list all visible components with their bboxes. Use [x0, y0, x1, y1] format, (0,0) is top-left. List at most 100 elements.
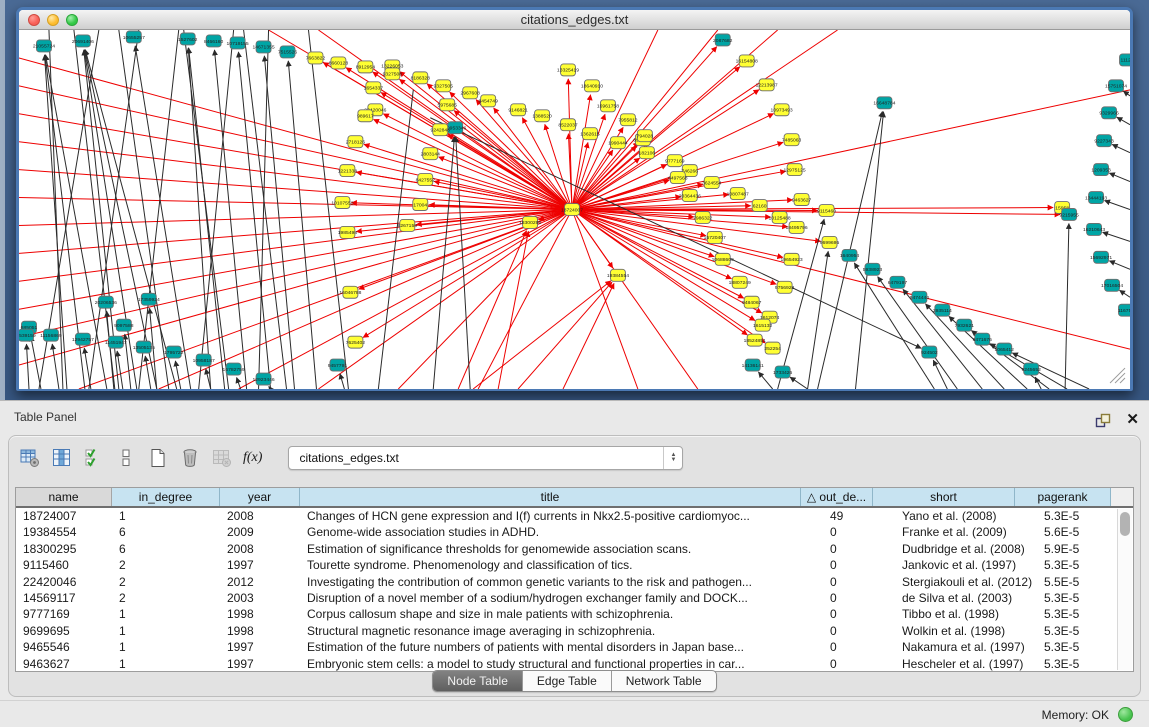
select-column-icon[interactable] — [51, 447, 73, 469]
network-node[interactable]: 9329966 — [1099, 107, 1119, 119]
row-height-icon[interactable] — [115, 447, 137, 469]
function-builder-icon[interactable]: f(x) — [243, 447, 262, 469]
cell-in_degree[interactable]: 1 — [112, 623, 220, 639]
network-node[interactable]: 7625402 — [346, 336, 366, 348]
network-node[interactable]: 9097588 — [114, 319, 134, 331]
network-node[interactable]: 182106 — [639, 147, 656, 159]
network-node[interactable]: 15692971 — [1090, 251, 1112, 263]
network-node[interactable]: 6479197 — [888, 276, 908, 288]
cell-short[interactable]: Tibbo et al. (1998) — [895, 606, 1037, 622]
cell-name[interactable]: 9777169 — [16, 606, 112, 622]
network-node[interactable]: 10958187 — [193, 354, 215, 366]
network-node[interactable]: 12213987 — [756, 79, 778, 91]
network-node[interactable]: 252254 — [764, 342, 781, 354]
network-node[interactable]: 1362615 — [580, 128, 600, 140]
table-row[interactable]: 1938455462009Genome-wide association stu… — [16, 524, 1133, 540]
table-row[interactable]: 946554611997Estimation of the future num… — [16, 639, 1133, 655]
network-node[interactable]: 9327508 — [383, 68, 403, 80]
cell-out_de[interactable]: 0 — [823, 574, 895, 590]
network-node[interactable]: 794028 — [637, 130, 654, 142]
table-row[interactable]: 969969511998Structural magnetic resonanc… — [16, 623, 1133, 639]
cell-short[interactable]: Yano et al. (2008) — [895, 508, 1037, 524]
cell-name[interactable]: 14569117 — [16, 590, 112, 606]
network-node[interactable]: 2087682 — [713, 34, 733, 46]
cell-name[interactable]: 18300295 — [16, 541, 112, 557]
network-node[interactable]: 16648784 — [873, 97, 895, 109]
network-node[interactable]: 12942757 — [72, 333, 94, 345]
network-node[interactable]: 7955812 — [618, 114, 638, 126]
cell-name[interactable]: 22420046 — [16, 574, 112, 590]
network-node[interactable]: 8912954 — [356, 61, 376, 73]
network-node[interactable]: 1615132 — [753, 319, 773, 331]
network-node[interactable]: 18640910 — [581, 80, 603, 92]
network-node[interactable]: 10688609 — [712, 253, 734, 265]
cell-out_de[interactable]: 0 — [823, 623, 895, 639]
network-node[interactable]: 1221338 — [338, 165, 358, 177]
network-node[interactable]: 15720407 — [704, 231, 726, 243]
network-node[interactable]: 1985498 — [338, 226, 358, 238]
cell-in_degree[interactable]: 2 — [112, 574, 220, 590]
network-node[interactable]: 15751074 — [1105, 80, 1127, 92]
resize-grip-icon[interactable] — [1120, 378, 1125, 383]
dropdown-stepper-icon[interactable]: ▲▼ — [663, 447, 682, 469]
cell-in_degree[interactable]: 6 — [112, 524, 220, 540]
network-node[interactable]: 20691406 — [72, 35, 94, 47]
network-node[interactable]: 14136141 — [742, 359, 764, 371]
column-header-pagerank[interactable]: pagerank — [1015, 488, 1111, 506]
close-panel-icon[interactable]: ✕ — [1126, 412, 1139, 428]
network-node[interactable]: 11123 — [1120, 54, 1130, 66]
network-node[interactable]: 10655257 — [123, 31, 145, 43]
network-node[interactable]: 9474444 — [910, 291, 930, 303]
network-node[interactable]: 10973493 — [771, 104, 793, 116]
network-node[interactable]: 1795722 — [164, 346, 184, 358]
network-node[interactable]: 13505135 — [133, 341, 155, 353]
table-settings-icon[interactable] — [19, 447, 41, 469]
network-node[interactable]: 18495796 — [786, 221, 808, 233]
cell-year[interactable]: 2009 — [220, 524, 300, 540]
network-node[interactable]: 9777169 — [665, 155, 685, 167]
resize-grip-icon[interactable] — [1115, 373, 1125, 383]
cell-title[interactable]: Disruption of a novel member of a sodium… — [300, 590, 823, 606]
network-node[interactable]: 5938923 — [863, 263, 883, 275]
cell-in_degree[interactable]: 1 — [112, 508, 220, 524]
cell-name[interactable]: 9465546 — [16, 639, 112, 655]
network-node[interactable]: 11156869 — [40, 329, 62, 341]
network-node[interactable]: 20206536 — [95, 296, 117, 308]
network-window[interactable]: citations_edges.txt 21055724206914061065… — [16, 7, 1133, 391]
network-node[interactable]: 2935114 — [933, 304, 952, 316]
table-row[interactable]: 2242004622012Investigating the contribut… — [16, 574, 1133, 590]
cell-title[interactable]: Changes of HCN gene expression and I(f) … — [300, 508, 823, 524]
network-node[interactable]: 8186328 — [411, 72, 431, 84]
network-node[interactable]: 18807249 — [729, 276, 751, 288]
network-node[interactable]: 9539159 — [19, 329, 36, 341]
network-node[interactable]: 11451947 — [105, 336, 127, 348]
network-node[interactable]: 19654923 — [781, 253, 803, 265]
table-select-dropdown[interactable]: citations_edges.txt ▲▼ — [288, 446, 683, 470]
table-row[interactable]: 911546021997Tourette syndrome. Phenomeno… — [16, 557, 1133, 573]
network-node[interactable]: 9484067 — [742, 296, 762, 308]
window-minimize-icon[interactable] — [47, 14, 59, 26]
cell-name[interactable]: 18724007 — [16, 508, 112, 524]
network-node[interactable]: 5975685 — [438, 99, 458, 111]
network-node[interactable]: 989617 — [357, 110, 374, 122]
table-row[interactable]: 1456911722003Disruption of a novel membe… — [16, 590, 1133, 606]
network-canvas[interactable]: 2105572420691406106552571527602846616010… — [19, 30, 1130, 389]
network-node[interactable]: 2803144 — [421, 148, 441, 160]
network-node[interactable]: 18524851 — [744, 334, 766, 346]
cell-title[interactable]: Corpus callosum shape and size in male p… — [300, 606, 823, 622]
tab-edge-table[interactable]: Edge Table — [523, 671, 612, 691]
tab-node-table[interactable]: Node Table — [433, 671, 523, 691]
network-node[interactable]: 10807487 — [727, 188, 749, 200]
network-node[interactable]: 10107552 — [331, 197, 353, 209]
cell-title[interactable]: Estimation of significance thresholds fo… — [300, 541, 823, 557]
network-node[interactable]: 9457791 — [328, 359, 348, 371]
cell-title[interactable]: Structural magnetic resonance image aver… — [300, 623, 823, 639]
network-node[interactable]: 8660128 — [329, 57, 349, 69]
cell-short[interactable]: Nakamura et al. (1997) — [895, 639, 1037, 655]
column-header-year[interactable]: year — [220, 488, 300, 506]
network-node[interactable]: 62160 — [752, 200, 767, 212]
column-header-name[interactable]: name — [16, 488, 112, 506]
network-node[interactable]: 8267150 — [398, 219, 418, 231]
network-node[interactable]: 14671355 — [252, 41, 274, 53]
new-table-icon[interactable] — [147, 447, 169, 469]
